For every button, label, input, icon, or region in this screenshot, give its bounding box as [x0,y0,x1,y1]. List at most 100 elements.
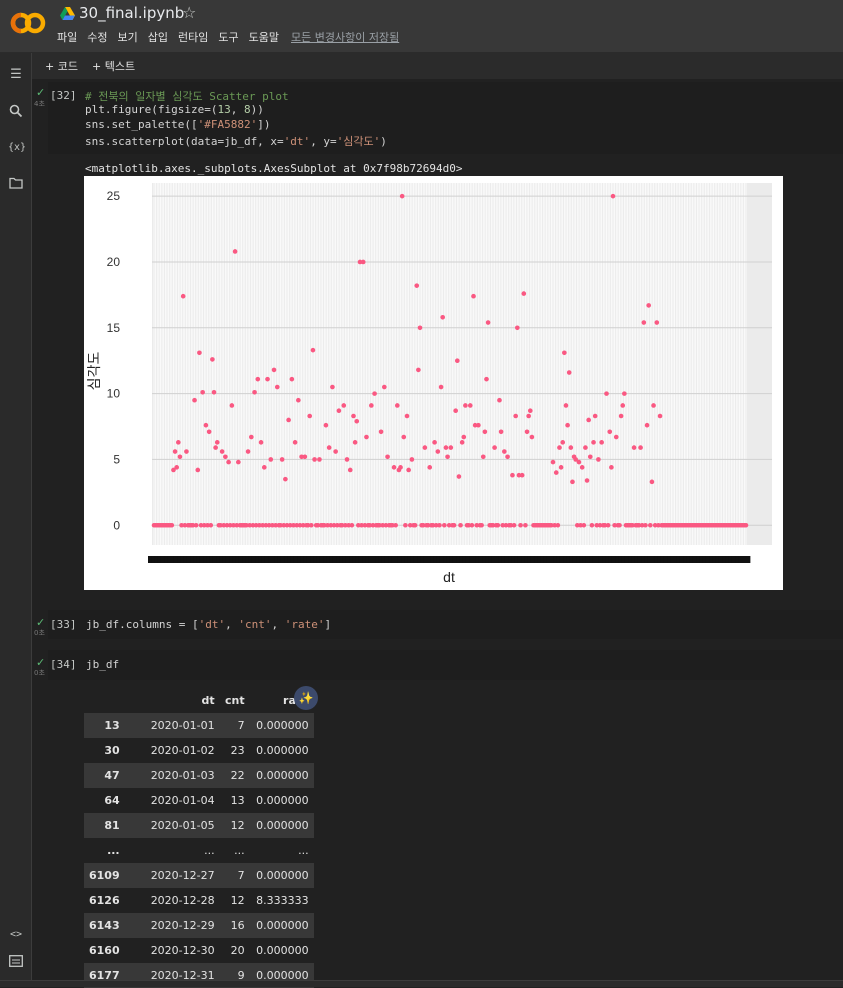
data-point [560,440,566,445]
toc-icon[interactable]: ☰ [8,67,24,83]
data-point [502,449,507,454]
data-point [527,408,533,414]
data-point [310,347,316,353]
add-text-button[interactable]: + 텍스트 [92,58,135,74]
check-icon[interactable]: ✓ [36,86,45,99]
data-point [566,370,572,375]
index-header [84,688,125,713]
add-code-button[interactable]: + 코드 [45,58,78,74]
table-cell: 0.000000 [256,744,309,757]
data-point [309,522,314,528]
table-cell: 2020-01-02 [150,744,215,757]
table-cell: 2020-01-03 [150,769,215,782]
menu-tools[interactable]: 도구 [218,29,238,45]
table-cell: ... [204,844,215,857]
menu-edit[interactable]: 수정 [87,29,107,45]
y-tick-label: 15 [107,321,121,335]
code-cell-input[interactable] [48,650,843,680]
data-point [195,467,201,473]
table-cell: 12 [230,894,245,907]
data-point [422,445,428,450]
data-point [292,440,298,445]
data-point [459,440,465,445]
exec-time: 0초 [34,669,45,677]
cell-output-text: <matplotlib.axes._subplots.AxesSubplot a… [85,162,463,175]
data-point [169,522,175,528]
data-point [596,457,601,462]
data-point [438,384,444,390]
data-point [529,434,535,440]
data-point [289,376,295,382]
folder-icon[interactable] [8,177,24,193]
x-tick-label [738,556,751,563]
menu-file[interactable]: 파일 [57,29,77,45]
data-point [620,403,626,408]
cell-prompt: [33] [50,618,77,631]
y-tick-label: 5 [113,452,120,466]
data-point [553,470,559,475]
table-row: 64 2020-01-04 13 0.000000 [84,788,314,813]
app-header: 30_final.ipynb ☆ 파일 수정 보기 삽입 런타임 도구 도움말 … [0,0,843,53]
table-cell: 2020-01-01 [150,719,215,732]
table-cell: 22 [230,769,245,782]
menu-view[interactable]: 보기 [118,29,138,45]
y-tick-label: 0 [113,518,120,532]
data-point [579,465,585,470]
data-point [401,434,407,440]
menu-runtime[interactable]: 런타임 [178,29,208,45]
save-status-link[interactable]: 모든 변경사항이 저장됨 [291,29,399,45]
code-line: sns.scatterplot(data=jb_df, x='dt', y='심… [85,135,387,148]
data-point [347,467,353,473]
data-point [427,465,433,470]
code-line: plt.figure(figsize=(13, 8)) [85,103,264,116]
data-point [265,376,270,382]
data-point [550,459,556,465]
data-point [236,459,241,465]
data-point [563,403,569,408]
menu-bar: 파일 수정 보기 삽입 런타임 도구 도움말 모든 변경사항이 저장됨 [57,29,409,45]
data-point [268,457,274,462]
data-point [229,403,235,408]
data-point [302,454,308,460]
data-point [435,449,441,454]
data-point [648,522,653,528]
data-point [589,522,595,528]
data-point [223,454,228,460]
menu-insert[interactable]: 삽입 [148,29,168,45]
code-snippets-icon[interactable]: <> [8,927,24,943]
data-point [584,478,590,483]
data-point [372,391,377,396]
table-cell: 0.000000 [256,719,309,732]
data-point [521,291,527,296]
data-point [210,357,215,362]
variables-icon[interactable]: {x} [8,140,26,156]
table-cell: 0.000000 [256,819,309,832]
data-point [440,314,446,320]
data-point [394,403,400,408]
cell-toolbar: + 코드 + 텍스트 [32,53,843,79]
dataframe-table: dt cnt rate 13 2020-01-01 7 0.000000 30 2020-… [84,688,314,988]
table-row: 47 2020-01-03 22 0.000000 [84,763,314,788]
table-cell: ... [298,844,309,857]
search-icon[interactable] [8,104,24,120]
row-index: 6126 [89,894,120,907]
row-index: 30 [104,744,120,757]
colab-logo-icon[interactable] [10,8,46,38]
magic-wand-icon[interactable]: ✨ [294,686,318,710]
data-point [317,457,322,462]
scatter-plot: 0 5 10 15 20 25 dt 심각도 [84,176,783,590]
table-row: 6109 2020-12-27 7 0.000000 [84,863,314,888]
row-index: 6143 [89,919,120,932]
data-point [471,293,476,299]
notebook-title[interactable]: 30_final.ipynb [79,4,184,22]
menu-help[interactable]: 도움말 [249,29,279,45]
data-point [177,454,183,460]
terminal-icon[interactable] [8,955,24,971]
y-tick-label: 10 [107,387,121,401]
star-icon[interactable]: ☆ [182,3,196,22]
code-line: # 전북의 일자별 심각도 Scatter plot [85,90,289,103]
table-cell: 20 [230,944,245,957]
data-point [479,522,484,528]
data-point [519,472,525,478]
x-tick-labels [148,556,751,563]
